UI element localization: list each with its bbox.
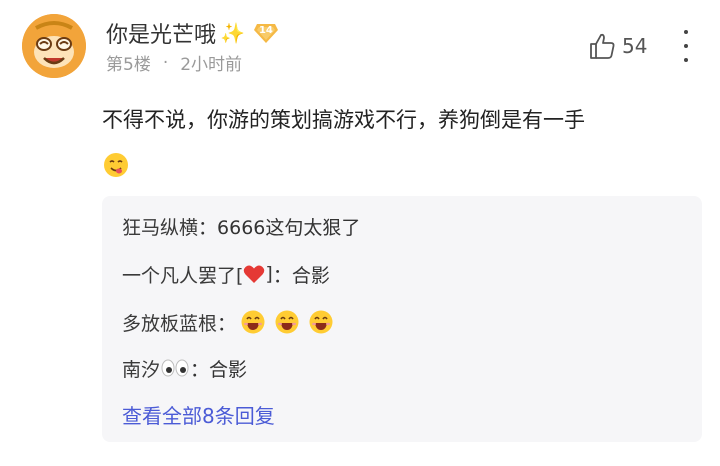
reply-box: 狂马纵横 ： 6666这句太狠了 一个凡人罢了[ ] ： 合影 多放板蓝根 ： [102,196,702,442]
reply-author-prefix: 一个凡人罢了[ [122,264,244,287]
reply-item[interactable]: 南汐 ： 合影 [122,352,247,384]
emoji-group [240,309,342,335]
username[interactable]: 你是光芒哦 [106,17,216,49]
heart-icon [244,265,265,283]
like-count: 54 [622,34,648,58]
grinning-face-emoji [309,310,333,334]
more-icon[interactable] [680,30,692,62]
eyes-emoji [161,359,189,377]
separator-dot: · [162,52,169,73]
reply-colon: ： [190,358,210,381]
username-row: 你是光芒哦 ✨ 14 [106,16,279,50]
comment-text: 不得不说，你游的策划搞游戏不行，养狗倒是有一手 [102,108,585,132]
reply-author[interactable]: 南汐 [122,355,160,382]
level-number: 14 [258,25,273,36]
reply-author[interactable]: 多放板蓝根 [122,309,217,336]
grinning-face-emoji [275,310,299,334]
level-badge: 14 [253,22,279,44]
view-all-replies-link[interactable]: 查看全部8条回复 [122,398,275,430]
reply-item[interactable]: 一个凡人罢了[ ] ： 合影 [122,258,330,290]
yum-face-emoji [104,153,128,177]
grinning-face-emoji [241,310,265,334]
avatar-monkey-icon [22,14,86,78]
reply-author[interactable]: 狂马纵横 [122,213,198,240]
avatar[interactable] [22,14,86,78]
floor-label: 第5楼 [106,55,151,75]
thumbs-up-icon[interactable] [588,32,616,60]
reply-item[interactable]: 狂马纵横 ： 6666这句太狠了 [122,210,360,242]
comment-content: 不得不说，你游的策划搞游戏不行，养狗倒是有一手 [102,98,702,186]
meta-row: 第5楼 · 2小时前 [106,50,243,76]
reply-colon: ： [198,216,218,239]
reply-item[interactable]: 多放板蓝根 ： [122,306,342,338]
reply-text: 6666这句太狠了 [217,216,361,239]
reply-author[interactable]: 一个凡人罢了[ ] [122,261,273,288]
like-button[interactable]: 54 [588,30,647,62]
reply-text: 合影 [291,264,330,287]
reply-text: 合影 [209,358,248,381]
reply-colon: ： [272,264,292,287]
reply-colon: ： [217,312,237,335]
reply-author-suffix: ] [265,263,273,285]
sparkle-icon: ✨ [220,21,245,45]
timestamp: 2小时前 [180,55,243,75]
